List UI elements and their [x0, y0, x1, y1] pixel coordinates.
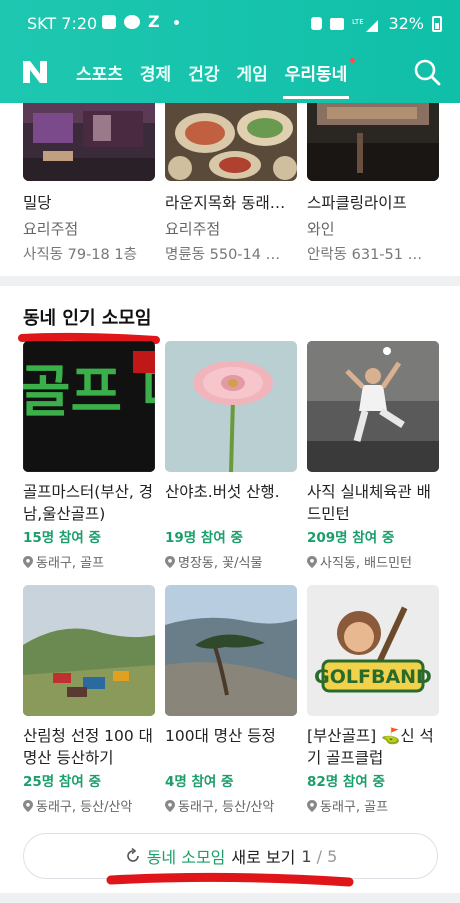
- place-category: 와인: [307, 220, 335, 238]
- section-divider: [0, 276, 460, 286]
- top-app-bar: SKT 7:20 Z LTE 32% 스포츠 경제 건강 게임 우리동네: [0, 0, 460, 103]
- location-pin-icon: [23, 799, 33, 812]
- club-title: 사직 실내체육관 배드민턴: [307, 483, 431, 523]
- club-location-text: 동래구, 등산/산악: [36, 800, 133, 815]
- tab-sports[interactable]: 스포츠: [76, 60, 123, 85]
- place-name: 라운지목화 동래…: [165, 194, 286, 212]
- place-thumbnail: [165, 103, 297, 181]
- club-members: 4명 참여 중: [165, 774, 234, 790]
- battery-icon: [432, 15, 442, 32]
- place-card[interactable]: 스파클링라이프 와인 안락동 631-51 …: [307, 103, 439, 264]
- refresh-icon: [126, 847, 139, 862]
- z-app-icon: Z: [148, 12, 160, 31]
- bottom-divider: [0, 893, 460, 903]
- status-bar: SKT 7:20 Z LTE 32%: [0, 0, 460, 48]
- status-time: SKT 7:20: [27, 14, 98, 33]
- club-thumb-text: GOLFBAND: [314, 666, 432, 688]
- page-indicator: 1 / 5: [301, 847, 337, 866]
- club-location-text: 동래구, 등산/산악: [178, 800, 275, 815]
- club-thumbnail: 골프 마스터: [23, 341, 155, 472]
- club-title: 산림청 선정 100 대 명산 등산하기: [23, 727, 153, 767]
- tab-economy[interactable]: 경제: [140, 60, 171, 85]
- location-pin-icon: [165, 555, 175, 568]
- place-name: 스파클링라이프: [307, 194, 407, 212]
- club-location: 동래구, 등산/산악: [23, 796, 155, 815]
- place-card[interactable]: 라운지목화 동래… 요리주점 명륜동 550-14 …: [165, 103, 297, 264]
- club-card[interactable]: 산야초.버섯 산행. 19명 참여 중 명장동, 꽃/식물: [165, 341, 297, 571]
- place-address: 명륜동 550-14 …: [165, 247, 281, 263]
- tab-neighborhood[interactable]: 우리동네: [282, 58, 356, 99]
- mute-icon: [330, 17, 345, 30]
- location-pin-icon: [165, 799, 175, 812]
- club-card[interactable]: 100대 명산 등정 4명 참여 중 동래구, 등산/산악: [165, 585, 297, 815]
- tab-neighborhood-label: 우리동네: [284, 65, 348, 85]
- nav-row: 스포츠 경제 건강 게임 우리동네: [0, 50, 460, 100]
- refresh-button-label: 새로 보기: [231, 848, 296, 867]
- search-icon[interactable]: [413, 58, 441, 86]
- tab-games[interactable]: 게임: [236, 60, 267, 85]
- signal-icon: LTE: [352, 18, 379, 32]
- place-thumbnail: [307, 103, 439, 181]
- location-pin-icon: [307, 799, 317, 812]
- club-location: 동래구, 골프: [23, 552, 155, 571]
- lock-icon: [311, 17, 323, 30]
- club-card[interactable]: 산림청 선정 100 대 명산 등산하기 25명 참여 중 동래구, 등산/산악: [23, 585, 155, 815]
- club-location-text: 명장동, 꽃/식물: [178, 556, 263, 571]
- current-page: 1: [301, 846, 312, 866]
- tab-health[interactable]: 건강: [188, 60, 219, 85]
- club-location-text: 동래구, 골프: [36, 556, 105, 571]
- place-category: 요리주점: [165, 220, 221, 238]
- club-card[interactable]: 골프 마스터 골프마스터(부산, 경남,울산골프) 15명 참여 중 동래구, …: [23, 341, 155, 571]
- status-right: LTE 32%: [311, 14, 442, 33]
- club-members: 82명 참여 중: [307, 774, 385, 790]
- location-pin-icon: [23, 555, 33, 568]
- place-address: 안락동 631-51 …: [307, 247, 423, 263]
- club-location: 동래구, 골프: [307, 796, 439, 815]
- battery-percent: 32%: [388, 14, 424, 33]
- club-location: 사직동, 배드민턴: [307, 552, 439, 571]
- place-address: 사직동 79-18 1층: [23, 247, 137, 263]
- club-location-text: 동래구, 골프: [320, 800, 389, 815]
- talk-icon: [124, 15, 140, 29]
- club-members: 19명 참여 중: [165, 530, 243, 546]
- club-thumbnail: [23, 585, 155, 716]
- place-thumbnail: [23, 103, 155, 181]
- club-location-text: 사직동, 배드민턴: [320, 556, 412, 571]
- red-underline-annotation: [106, 872, 354, 887]
- section-title: 동네 인기 소모임: [23, 308, 152, 329]
- club-title: 산야초.버섯 산행.: [165, 483, 280, 501]
- club-thumbnail: GOLFBAND: [307, 585, 439, 716]
- club-thumbnail: [307, 341, 439, 472]
- club-location: 명장동, 꽃/식물: [165, 552, 297, 571]
- total-pages: / 5: [311, 846, 338, 866]
- places-section: 밀당 요리주점 사직동 79-18 1층 라운지목화 동래… 요리주점 명륜동 …: [0, 103, 460, 275]
- club-title: 골프마스터(부산, 경남,울산골프): [23, 483, 153, 523]
- new-badge-dot: [350, 58, 356, 63]
- location-pin-icon: [307, 555, 317, 568]
- club-members: 25명 참여 중: [23, 774, 101, 790]
- club-members: 209명 참여 중: [307, 530, 395, 546]
- naver-logo-icon[interactable]: [21, 59, 49, 85]
- club-title: 100대 명산 등정: [165, 727, 276, 745]
- more-dot-icon: [173, 19, 179, 25]
- notification-icons: Z: [102, 12, 179, 31]
- club-location: 동래구, 등산/산악: [165, 796, 297, 815]
- place-name: 밀당: [23, 194, 52, 212]
- club-thumbnail: [165, 341, 297, 472]
- club-card[interactable]: 사직 실내체육관 배드민턴 209명 참여 중 사직동, 배드민턴: [307, 341, 439, 571]
- place-category: 요리주점: [23, 220, 79, 238]
- club-title: [부산골프] ⛳신 석기 골프클럽: [307, 727, 434, 767]
- club-card[interactable]: GOLFBAND [부산골프] ⛳신 석기 골프클럽 82명 참여 중 동래구,…: [307, 585, 439, 815]
- club-thumbnail: [165, 585, 297, 716]
- club-members: 15명 참여 중: [23, 530, 101, 546]
- category-tabs: 스포츠 경제 건강 게임 우리동네: [76, 58, 356, 99]
- gallery-icon: [102, 15, 116, 29]
- place-card[interactable]: 밀당 요리주점 사직동 79-18 1층: [23, 103, 155, 264]
- svg-text:LTE: LTE: [352, 18, 364, 26]
- refresh-button-accent: 동네 소모임: [146, 848, 226, 867]
